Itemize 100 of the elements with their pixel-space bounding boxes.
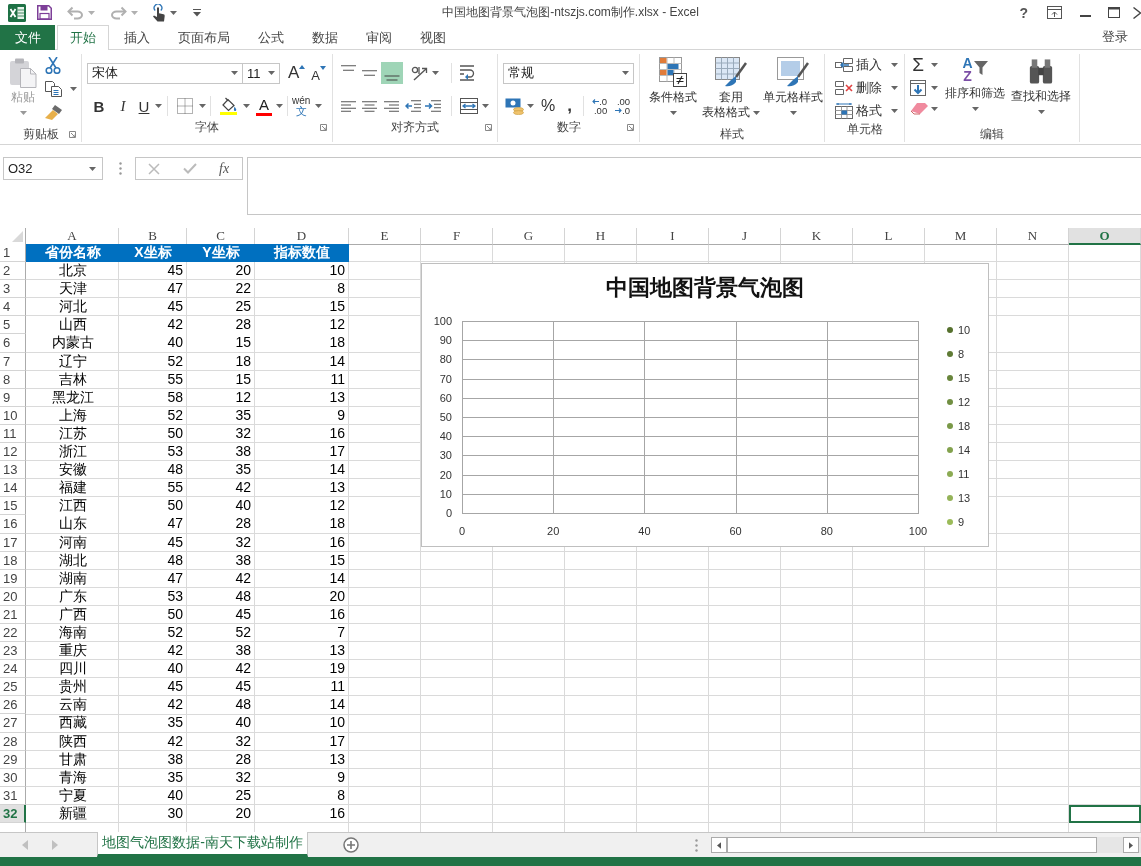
underline-button[interactable]: U (137, 96, 151, 116)
align-right-icon[interactable] (384, 100, 399, 112)
caret-icon[interactable] (971, 107, 979, 111)
caret-icon[interactable] (170, 10, 177, 15)
paint-bucket-icon[interactable] (220, 97, 238, 115)
fill-down-icon[interactable] (910, 80, 926, 96)
caret-icon[interactable] (891, 63, 898, 67)
save-icon[interactable] (37, 5, 52, 20)
middle-align-icon[interactable] (362, 70, 377, 76)
align-left-icon[interactable] (341, 100, 356, 112)
style-button[interactable]: 单元格样式 (761, 54, 825, 124)
insert-function-button[interactable]: fx (219, 160, 230, 177)
column-header[interactable]: J (709, 228, 781, 245)
decrease-indent-icon[interactable] (405, 100, 421, 112)
copy-icon[interactable] (45, 81, 62, 97)
sheet-tab[interactable]: 地图气泡图数据-南天下载站制作 (97, 832, 308, 857)
caret-icon[interactable] (931, 63, 938, 67)
top-align-icon[interactable] (341, 65, 356, 71)
column-header[interactable]: G (493, 228, 565, 245)
caret-icon[interactable] (276, 104, 283, 108)
caret-icon[interactable] (669, 111, 677, 115)
dialog-launcher-icon[interactable] (627, 123, 634, 131)
dialog-launcher-icon[interactable] (69, 130, 76, 138)
font-name-dropdown[interactable]: 宋体 (87, 62, 243, 84)
triangle-left-icon[interactable] (717, 841, 721, 849)
column-header[interactable]: E (349, 228, 421, 245)
triangle-up-icon[interactable] (299, 65, 306, 69)
file-tab[interactable]: 文件 (0, 25, 55, 50)
column-header[interactable]: I (637, 228, 709, 245)
column-header[interactable]: L (853, 228, 925, 245)
column-header[interactable]: H (565, 228, 637, 245)
font-size-dropdown[interactable]: 11 (242, 62, 280, 84)
delete-cells-button[interactable]: 删除 (835, 80, 904, 96)
customize-menu-icon[interactable] (193, 8, 201, 17)
binoculars-icon[interactable] (1028, 57, 1054, 86)
close-icon[interactable] (1133, 6, 1141, 19)
caret-icon[interactable] (527, 104, 534, 108)
bold-button[interactable]: B (92, 96, 106, 116)
caret-icon[interactable] (622, 71, 629, 75)
percent-button[interactable]: % (541, 96, 556, 116)
table-brush-icon[interactable] (715, 57, 747, 87)
style-button[interactable]: 套用 表格格式 (701, 54, 761, 124)
caret-icon[interactable] (89, 166, 96, 171)
increase-indent-icon[interactable] (425, 100, 441, 112)
scroll-right-button[interactable] (1123, 837, 1139, 853)
font-color-button[interactable]: A (256, 96, 272, 116)
autosum-button[interactable]: Σ (910, 56, 926, 74)
phonetic-guide-button[interactable]: wén 文 (292, 96, 311, 116)
caret-icon[interactable] (432, 71, 439, 75)
hand-pointer-icon[interactable] (152, 3, 166, 22)
scroll-left-button[interactable] (711, 837, 727, 853)
cell-brush-icon[interactable] (777, 57, 809, 87)
find-select-button[interactable]: 查找和选择 (1008, 54, 1074, 124)
caret-icon[interactable] (753, 110, 760, 115)
caret-icon[interactable] (231, 71, 238, 75)
column-header[interactable]: N (997, 228, 1069, 245)
column-header[interactable]: K (781, 228, 853, 245)
plus-circle-icon[interactable] (343, 837, 359, 853)
ribbon-tab[interactable]: 数据 (299, 25, 351, 49)
column-header[interactable]: F (421, 228, 493, 245)
caret-icon[interactable] (482, 104, 489, 108)
ribbon-tab[interactable]: 开始 (57, 25, 109, 50)
caret-icon[interactable] (315, 104, 323, 108)
caret-icon[interactable] (70, 87, 77, 91)
caret-icon[interactable] (243, 104, 250, 108)
ribbon-tab[interactable]: 公式 (245, 25, 297, 49)
help-button[interactable]: ? (1019, 4, 1028, 21)
caret-icon[interactable] (891, 109, 898, 113)
caret-icon[interactable] (931, 86, 938, 90)
triangle-right-icon[interactable] (1129, 841, 1133, 849)
funnel-icon[interactable] (973, 61, 988, 75)
column-header[interactable]: O (1069, 228, 1141, 245)
minimize-icon[interactable] (1080, 14, 1091, 17)
grow-font-button[interactable]: A (288, 63, 306, 83)
increase-decimal-button[interactable]: .0 .00 (592, 97, 608, 115)
shrink-font-button[interactable]: A (311, 63, 326, 83)
slanted-arrow-icon[interactable] (411, 65, 429, 81)
conditional-format-icon[interactable] (659, 57, 687, 87)
ribbon-tab[interactable]: 视图 (407, 25, 459, 49)
formula-input-field[interactable] (247, 157, 1141, 215)
italic-button[interactable]: I (116, 96, 130, 116)
caret-icon[interactable] (1037, 110, 1045, 114)
scissors-icon[interactable] (45, 57, 61, 74)
maximize-icon[interactable] (1108, 7, 1120, 18)
ribbon-display-icon[interactable] (1047, 6, 1062, 19)
align-center-icon[interactable] (362, 100, 377, 112)
caret-icon[interactable] (199, 104, 206, 108)
row-header[interactable]: 27 (0, 714, 26, 733)
caret-icon[interactable] (931, 106, 938, 111)
column-header[interactable]: M (925, 228, 997, 245)
comma-style-button[interactable]: , (566, 96, 574, 116)
dialog-launcher-icon[interactable] (320, 123, 327, 131)
caret-icon[interactable] (891, 86, 898, 90)
merge-cells-icon[interactable] (460, 98, 478, 114)
row-header[interactable]: 1 (0, 244, 26, 263)
format-cells-button[interactable]: 格式 (835, 103, 904, 119)
sort-filter-button[interactable]: A Z 排序和筛选 (943, 54, 1007, 124)
sign-in-link[interactable]: 登录 (1102, 25, 1128, 49)
style-button[interactable]: 条件格式 (645, 54, 701, 124)
caret-icon[interactable] (268, 71, 275, 75)
